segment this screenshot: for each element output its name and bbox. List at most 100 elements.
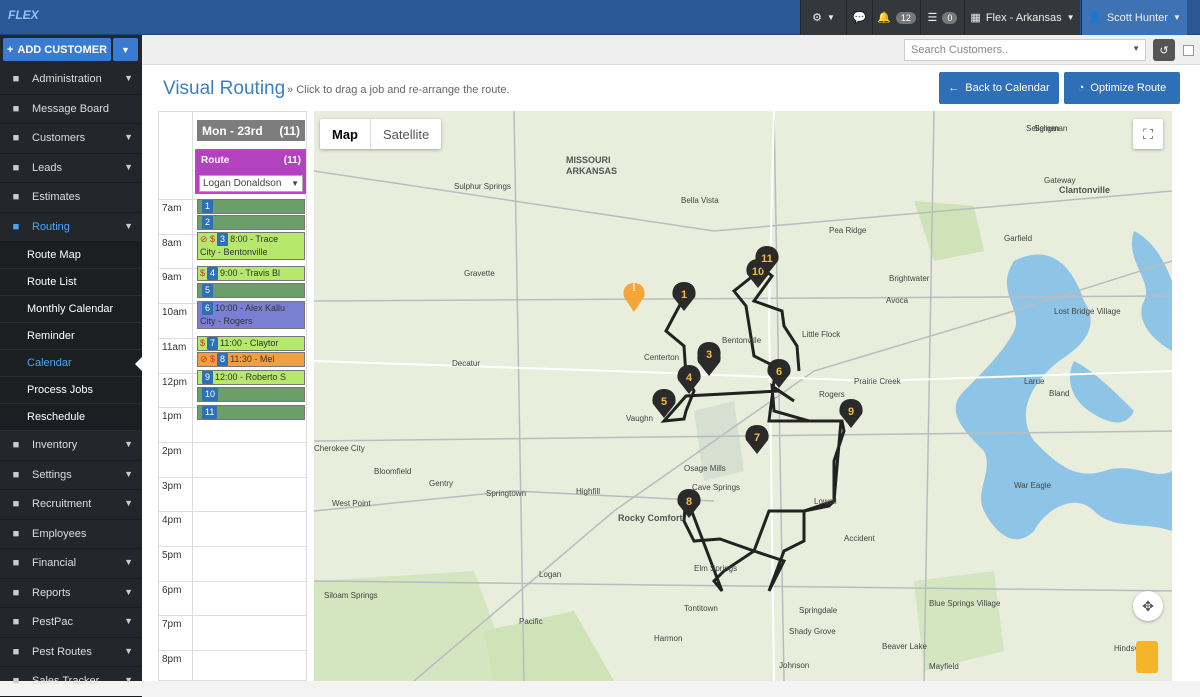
- route-job[interactable]: 10: [197, 387, 305, 402]
- main-content: Visual Routing » Click to drag a job and…: [142, 65, 1200, 681]
- sidebar-item-pestpac[interactable]: ■ PestPac ▼: [0, 608, 142, 638]
- sidebar-subitem-calendar[interactable]: Calendar: [0, 350, 142, 377]
- sidebar-item-label: Sales Tracker: [32, 675, 100, 688]
- calculator-icon: ■: [12, 191, 20, 204]
- sidebar-item-settings[interactable]: ■ Settings ▼: [0, 461, 142, 490]
- map-place-label: Rogers: [819, 390, 845, 399]
- map-place-label: Centerton: [644, 353, 679, 362]
- sidebar-item-customers[interactable]: ■ Customers ▼: [0, 124, 142, 154]
- user-icon: 👤: [1088, 12, 1102, 24]
- sidebar-item-inventory[interactable]: ■ Inventory ▼: [0, 431, 142, 461]
- map-place-label: Osage Mills: [684, 464, 726, 473]
- job-number: 2: [202, 216, 214, 229]
- hour-label: 4pm: [162, 515, 182, 527]
- hour-line: [159, 650, 306, 652]
- route-map[interactable]: 1234567891011 ! MISSOURIARKANSASSulphur …: [314, 111, 1172, 681]
- sidebar-item-employees[interactable]: ■ Employees: [0, 520, 142, 549]
- flex-logo[interactable]: FLEX: [8, 8, 48, 28]
- sidebar-item-label: Settings: [32, 468, 72, 481]
- map-place-label: Logan: [539, 570, 561, 579]
- bug-icon: ■: [12, 616, 20, 629]
- double-chevron-icon: »: [287, 84, 297, 96]
- sidebar-item-label: Customers: [32, 132, 86, 145]
- history-button[interactable]: ↺: [1153, 39, 1175, 61]
- route-job[interactable]: 2: [197, 215, 305, 230]
- settings-dropdown[interactable]: ⚙ ▼: [800, 0, 846, 35]
- route-job[interactable]: 5: [197, 283, 305, 298]
- map-place-label: War Eagle: [1014, 481, 1052, 490]
- route-job[interactable]: 11: [197, 405, 305, 420]
- back-to-calendar-button[interactable]: ← Back to Calendar: [939, 72, 1059, 104]
- route-job[interactable]: ⊘ $3 8:00 - Trace City - Bentonville: [197, 232, 305, 260]
- job-number: 9: [202, 371, 214, 384]
- chevron-down-icon: ▼: [124, 675, 133, 685]
- sidebar-subitem-reminder[interactable]: Reminder: [0, 323, 142, 350]
- sidebar-item-recruitment[interactable]: ■ Recruitment ▼: [0, 490, 142, 520]
- sidebar-item-label: PestPac: [32, 616, 73, 629]
- tab-map[interactable]: Map: [320, 119, 370, 149]
- user-dropdown[interactable]: 👤 Scott Hunter ▼: [1081, 0, 1187, 35]
- money-icon: ■: [12, 557, 20, 570]
- branch-dropdown[interactable]: ▦ Flex - Arkansas ▼: [964, 0, 1080, 35]
- sidebar-subitem-route-map[interactable]: Route Map: [0, 242, 142, 269]
- history-icon: ↺: [1159, 44, 1169, 57]
- route-job[interactable]: $4 9:00 - Travis Bl: [197, 266, 305, 281]
- chevron-down-icon: ▼: [124, 161, 133, 172]
- page-title: Visual Routing: [163, 78, 286, 99]
- job-number: 3: [217, 233, 229, 246]
- map-canvas[interactable]: 1234567891011 ! MISSOURIARKANSASSulphur …: [314, 111, 1172, 681]
- sidebar-item-label: Estimates: [32, 191, 81, 204]
- job-text: 11:30 - Mel: [230, 354, 275, 364]
- hour-line: [159, 615, 306, 617]
- chevron-down-icon: ▼: [124, 498, 133, 508]
- sidebar-subitem-route-list[interactable]: Route List: [0, 269, 142, 296]
- map-place-label: Little Flock: [802, 330, 841, 339]
- route-job[interactable]: $7 11:00 - Claytor: [197, 336, 305, 351]
- sidebar-subitem-reschedule[interactable]: Reschedule: [0, 404, 142, 431]
- pin-number: 1: [681, 289, 687, 301]
- tasks-button[interactable]: ☰ 0: [920, 0, 964, 35]
- job-status-icons: ⊘ $: [200, 234, 216, 244]
- route-job[interactable]: 1: [197, 199, 305, 214]
- map-place-label: Pacific: [519, 617, 543, 626]
- checkbox[interactable]: [1183, 45, 1194, 56]
- add-customer-dropdown[interactable]: ▼: [113, 38, 138, 61]
- fullscreen-button[interactable]: ⛶: [1133, 119, 1163, 149]
- technician-select[interactable]: Logan Donaldson ▼: [199, 175, 303, 192]
- svg-text:!: !: [632, 282, 636, 294]
- sidebar-item-reports[interactable]: ■ Reports ▼: [0, 579, 142, 608]
- sidebar-item-routing[interactable]: ■ Routing ▼: [0, 213, 142, 242]
- map-place-label: MISSOURI: [566, 155, 611, 165]
- chevron-down-icon: ▼: [124, 616, 133, 626]
- route-job[interactable]: ⊘ $8 11:30 - Mel: [197, 352, 305, 367]
- street-view-pegman[interactable]: [1136, 641, 1158, 673]
- chat-button[interactable]: 💬: [846, 0, 872, 35]
- hour-label: 12pm: [162, 376, 188, 388]
- map-place-label: Sulphur Springs: [454, 182, 511, 191]
- tab-satellite[interactable]: Satellite: [370, 119, 441, 149]
- hour-label: 8am: [162, 237, 182, 249]
- hour-label: 2pm: [162, 445, 182, 457]
- route-job[interactable]: 9 12:00 - Roberto S: [197, 370, 305, 385]
- map-pan-control[interactable]: ✥: [1133, 591, 1163, 621]
- hour-label: 3pm: [162, 480, 182, 492]
- sidebar-item-financial[interactable]: ■ Financial ▼: [0, 549, 142, 579]
- job-text: 11:00 - Claytor: [220, 338, 279, 348]
- job-number: 5: [202, 284, 214, 297]
- sidebar-subitem-monthly-calendar[interactable]: Monthly Calendar: [0, 296, 142, 323]
- sidebar-item-sales-tracker[interactable]: ■ Sales Tracker ▼: [0, 667, 142, 697]
- map-pin-icon: ■: [12, 220, 20, 233]
- add-customer-button[interactable]: + ADD CUSTOMER: [3, 38, 111, 61]
- notifications-button[interactable]: 🔔 12: [872, 0, 920, 35]
- sidebar-item-administration[interactable]: ■ Administration ▼: [0, 65, 142, 95]
- sidebar-item-leads[interactable]: ■ Leads ▼: [0, 154, 142, 183]
- sidebar-subitem-process-jobs[interactable]: Process Jobs: [0, 377, 142, 404]
- search-customers-input[interactable]: Search Customers.. ▼: [904, 39, 1146, 61]
- map-place-label: Cherokee City: [314, 444, 365, 453]
- sidebar-item-estimates[interactable]: ■ Estimates: [0, 183, 142, 213]
- sidebar-item-pest-routes[interactable]: ■ Pest Routes ▼: [0, 638, 142, 667]
- sidebar-item-message-board[interactable]: ■ Message Board: [0, 95, 142, 124]
- optimize-route-button[interactable]: ◔ Optimize Route: [1064, 72, 1180, 104]
- route-job[interactable]: 6 10:00 - Alex Kallu City - Rogers: [197, 301, 305, 329]
- map-place-label: Pea Ridge: [829, 226, 867, 235]
